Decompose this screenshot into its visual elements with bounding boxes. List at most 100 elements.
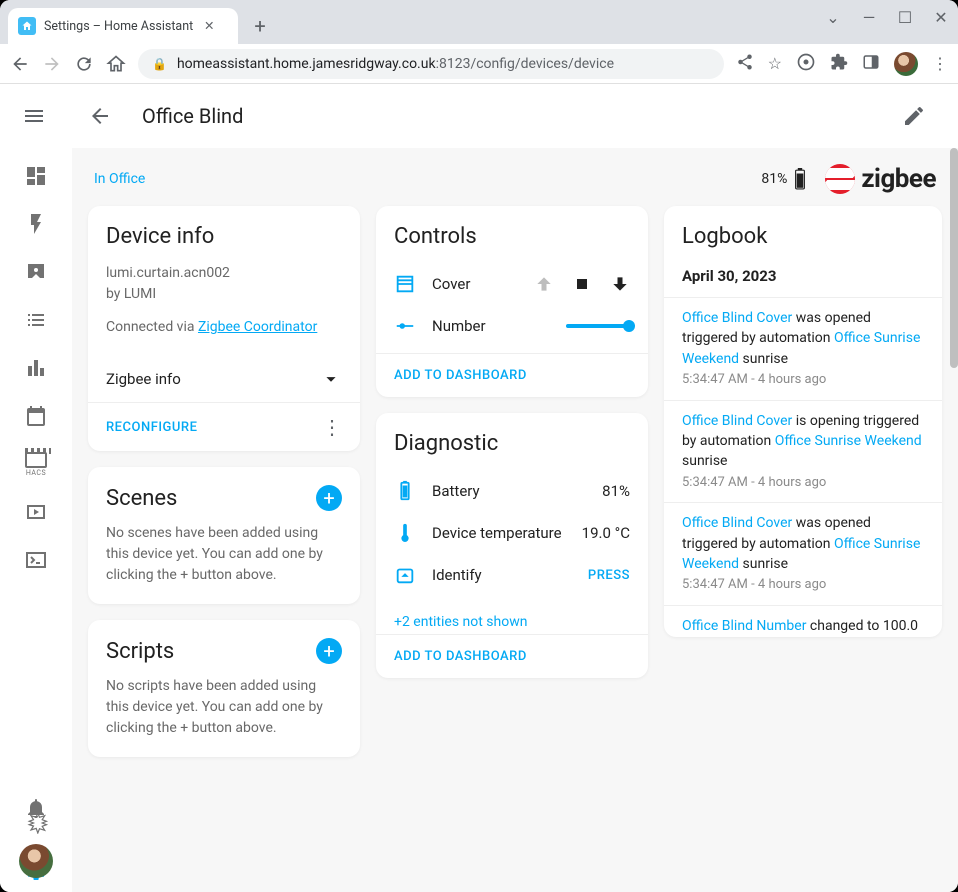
nav-back-icon[interactable] [10,54,30,74]
controls-card: Controls Cover [376,206,648,397]
nav-home-icon[interactable] [106,54,126,74]
scripts-empty-text: No scripts have been added using this de… [106,676,342,739]
cover-icon [394,273,418,295]
number-slider[interactable] [566,324,630,328]
battery-icon [394,480,418,502]
identify-press-button[interactable]: PRESS [588,568,630,583]
logbook-title: Logbook [682,224,924,249]
battery-label: Battery [432,482,588,500]
sidebar-item-logbook[interactable] [12,298,60,342]
page-title: Office Blind [142,104,890,128]
log-entry: Office Blind Cover is opening triggered … [664,400,942,503]
area-breadcrumb[interactable]: In Office [94,171,145,187]
browser-addressbar: 🔒 homeassistant.home.jamesridgway.co.uk:… [0,44,958,84]
logbook-scroll[interactable]: Office Blind Cover was opened triggered … [664,297,942,637]
zigbee-info-expand[interactable]: Zigbee info [88,356,360,402]
url-path: :8123/config/devices/device [436,56,614,72]
extension-ublock-icon[interactable] [796,52,816,76]
device-temp-label: Device temperature [432,524,568,542]
tab-close-icon[interactable]: ✕ [201,18,217,34]
sidebar-item-map[interactable] [12,250,60,294]
sidebar-item-dashboard[interactable] [12,154,60,198]
connected-via-label: Connected via [106,319,198,335]
sidebar-item-terminal[interactable] [12,538,60,582]
battery-value: 81% [602,482,630,500]
logbook-date: April 30, 2023 [664,263,942,297]
extensions-icon[interactable] [830,53,848,75]
log-entry-meta: 5:34:47 AM - 4 hours ago [682,576,924,595]
device-info-menu-button[interactable]: ⋮ [322,415,342,439]
log-entity-link[interactable]: Office Blind Cover [682,515,792,531]
scenes-title: Scenes [106,486,177,511]
log-entry: Office Blind Number changed to 100.0 5:3… [664,605,942,637]
profile-avatar-icon[interactable] [894,52,918,76]
window-maximize-icon[interactable]: ☐ [896,8,914,26]
browser-menu-icon[interactable]: ⋮ [932,54,948,73]
app-header: Office Blind [0,84,958,148]
bookmark-icon[interactable]: ☆ [768,54,782,73]
device-temp-value: 19.0 °C [582,524,630,542]
reconfigure-button[interactable]: RECONFIGURE [106,420,197,435]
url-input[interactable]: 🔒 homeassistant.home.jamesridgway.co.uk:… [138,49,724,79]
scripts-title: Scripts [106,639,174,664]
sidebar-item-notifications[interactable] [12,786,60,830]
cover-stop-button[interactable] [572,274,592,294]
device-info-card: Device info lumi.curtain.acn002 by LUMI … [88,206,360,451]
integration-logo: zigbee [825,164,936,194]
sidepanel-icon[interactable] [862,53,880,75]
battery-icon [793,168,807,190]
log-automation-link[interactable]: Office Sunrise Weekend [775,433,922,449]
log-entity-link[interactable]: Office Blind Cover [682,413,792,429]
share-icon[interactable] [736,53,754,75]
browser-tabbar: Settings – Home Assistant ✕ + ⌄ — ☐ ✕ [0,0,958,44]
device-manufacturer: by LUMI [106,284,342,305]
diagnostic-add-dashboard-button[interactable]: ADD TO DASHBOARD [376,634,648,678]
zigbee-mark-icon [825,164,855,194]
page-back-button[interactable] [76,92,124,140]
battery-indicator: 81% [761,168,807,190]
content-scrollbar[interactable] [950,148,958,368]
content-area: In Office 81% zigbee [72,148,958,892]
sidebar: HACS [0,148,72,892]
diagnostic-title: Diagnostic [394,431,630,456]
number-label: Number [432,317,552,335]
window-minimize-icon[interactable]: — [860,8,878,26]
chevron-down-icon [320,368,342,390]
sidebar-user-avatar[interactable] [19,844,53,878]
cover-close-button[interactable] [610,274,630,294]
sidebar-item-history[interactable] [12,346,60,390]
log-entity-link[interactable]: Office Blind Number [682,618,806,634]
diagnostic-card: Diagnostic Battery 81% Device temperatur… [376,413,648,678]
tab-menu-chevron-icon[interactable]: ⌄ [824,8,842,26]
log-entry: Office Blind Cover was opened triggered … [664,502,942,605]
sidebar-item-media[interactable] [12,490,60,534]
log-entry-meta: 5:34:47 AM - 4 hours ago [682,474,924,493]
window-close-icon[interactable]: ✕ [932,8,950,26]
sidebar-item-calendar[interactable] [12,394,60,438]
sidebar-item-hacs[interactable]: HACS [12,442,60,486]
tab-favicon-icon [18,17,36,35]
number-slider-icon [394,315,418,337]
nav-forward-icon [42,54,62,74]
device-model: lumi.curtain.acn002 [106,263,342,284]
log-entry-meta: 5:34:47 AM - 4 hours ago [682,371,924,390]
tab-title: Settings – Home Assistant [44,19,193,34]
new-tab-button[interactable]: + [246,12,274,40]
browser-tab[interactable]: Settings – Home Assistant ✕ [8,8,238,44]
add-script-button[interactable]: + [316,638,342,664]
sidebar-item-energy[interactable] [12,202,60,246]
thermometer-icon [394,522,418,544]
more-entities-link[interactable]: +2 entities not shown [376,602,648,634]
nav-reload-icon[interactable] [74,54,94,74]
url-host: homeassistant.home.jamesridgway.co.uk [177,56,436,72]
cover-label: Cover [432,275,520,293]
log-entity-link[interactable]: Office Blind Cover [682,310,792,326]
edit-button[interactable] [890,92,938,140]
hamburger-menu-button[interactable] [10,92,58,140]
controls-title: Controls [394,224,630,249]
controls-add-dashboard-button[interactable]: ADD TO DASHBOARD [376,353,648,397]
logbook-card: Logbook April 30, 2023 Office Blind Cove… [664,206,942,637]
zigbee-coordinator-link[interactable]: Zigbee Coordinator [198,319,317,335]
device-info-title: Device info [106,224,342,249]
add-scene-button[interactable]: + [316,485,342,511]
